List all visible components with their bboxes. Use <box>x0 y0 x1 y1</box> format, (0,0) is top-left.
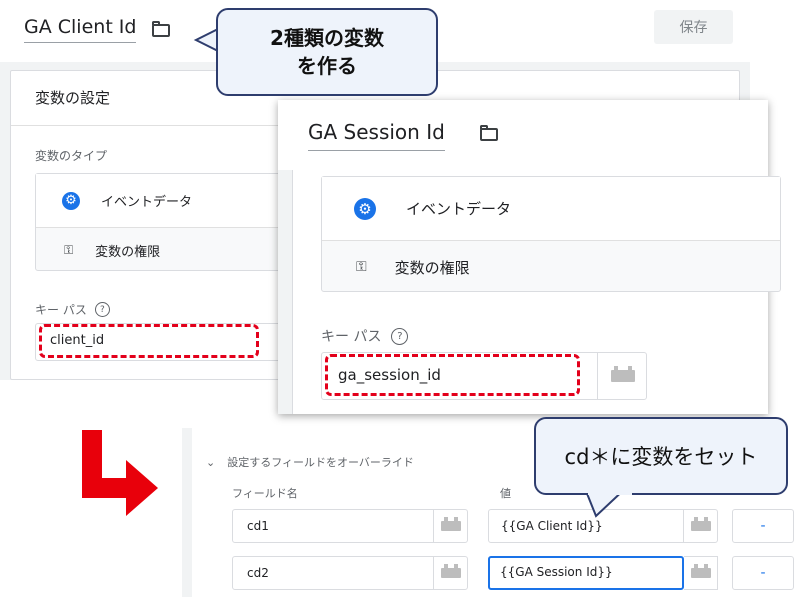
help-icon[interactable]: ? <box>94 302 110 317</box>
lego-icon <box>690 517 711 531</box>
arrow-icon <box>82 430 158 516</box>
variable-type-selector-2[interactable]: ⚙ イベントデータ ⚿ 変数の権限 <box>321 176 781 292</box>
lego-icon <box>440 517 461 531</box>
field-name-value: cd1 <box>247 519 269 533</box>
folder-icon[interactable] <box>480 125 498 141</box>
permissions-label-2: 変数の権限 <box>394 258 470 277</box>
callout-top: 2種類の変数 を作る <box>216 8 438 96</box>
variable-title-2[interactable]: GA Session Id <box>308 120 445 151</box>
field-value-input-focused[interactable]: {{GA Session Id}} <box>488 556 718 590</box>
chevron-down-icon: ⌄ <box>206 455 216 469</box>
field-value-text: {{GA Client Id}} <box>501 519 603 533</box>
permissions-label: 変数の権限 <box>95 244 161 260</box>
save-button-label: 保存 <box>679 20 708 36</box>
override-section-header[interactable]: ⌄ 設定するフィールドをオーバーライド <box>206 454 414 470</box>
variable-picker-button[interactable] <box>433 557 467 589</box>
gear-icon: ⚙ <box>62 191 80 210</box>
remove-row-label: - <box>760 565 766 581</box>
permissions-row-2: ⚿ 変数の権限 <box>322 242 780 292</box>
variable-type-label: 変数のタイプ <box>35 149 108 163</box>
variable-picker-button[interactable] <box>433 510 467 542</box>
field-name-header: フィールド名 <box>232 487 298 500</box>
callout-top-line1: 2種類の変数 <box>270 26 384 50</box>
key-path-highlight <box>39 324 259 358</box>
event-data-row-2: ⚙ イベントデータ <box>322 177 780 241</box>
lego-icon <box>690 564 711 578</box>
variable-name-row: GA Client Id <box>24 14 204 48</box>
override-section-title: 設定するフィールドをオーバーライド <box>227 456 414 469</box>
variable-title[interactable]: GA Client Id <box>24 16 137 43</box>
field-name-input[interactable]: cd2 <box>232 556 468 590</box>
lego-icon <box>440 564 461 578</box>
event-data-label-2: イベントデータ <box>406 200 512 218</box>
callout-bottom-text: cd＊に変数をセット <box>564 445 758 469</box>
key-path-highlight-2 <box>325 354 580 396</box>
callout-bottom: cd＊に変数をセット <box>534 417 788 495</box>
variable-name-row-2: GA Session Id <box>308 118 528 158</box>
key-icon: ⚿ <box>64 242 74 257</box>
key-path-label-2: キー パス ? <box>321 326 409 346</box>
help-icon[interactable]: ? <box>391 327 409 345</box>
variable-picker-button[interactable] <box>684 556 718 590</box>
gear-icon: ⚙ <box>354 197 376 220</box>
value-header: 値 <box>500 487 511 500</box>
field-name-input[interactable]: cd1 <box>232 509 468 543</box>
field-name-value: cd2 <box>247 566 269 580</box>
field-value-text: {{GA Session Id}} <box>500 565 613 579</box>
remove-row-button[interactable]: - <box>732 509 794 543</box>
key-path-label: キー パス ? <box>35 301 110 318</box>
key-icon: ⚿ <box>356 259 367 275</box>
variable-picker-button[interactable] <box>597 353 647 399</box>
config-card-2: ⚙ イベントデータ ⚿ 変数の権限 キー パス ? ga_session_id <box>292 170 781 414</box>
lego-icon <box>610 366 635 382</box>
callout-top-line2: を作る <box>297 54 357 78</box>
folder-icon[interactable] <box>152 21 170 37</box>
variable-picker-button[interactable] <box>683 510 717 542</box>
remove-row-button[interactable]: - <box>732 556 794 590</box>
event-data-label: イベントデータ <box>101 195 193 210</box>
key-path-label-text: キー パス <box>35 303 87 317</box>
save-button[interactable]: 保存 <box>654 10 733 44</box>
config-header: 変数の設定 <box>35 89 111 107</box>
remove-row-label: - <box>760 518 766 534</box>
key-path-label-text-2: キー パス <box>321 329 382 345</box>
callout-bottom-pointer-mask <box>588 491 632 495</box>
session-id-variable-editor: GA Session Id ⚙ イベントデータ ⚿ 変数の権限 キー パス ? … <box>278 100 781 414</box>
